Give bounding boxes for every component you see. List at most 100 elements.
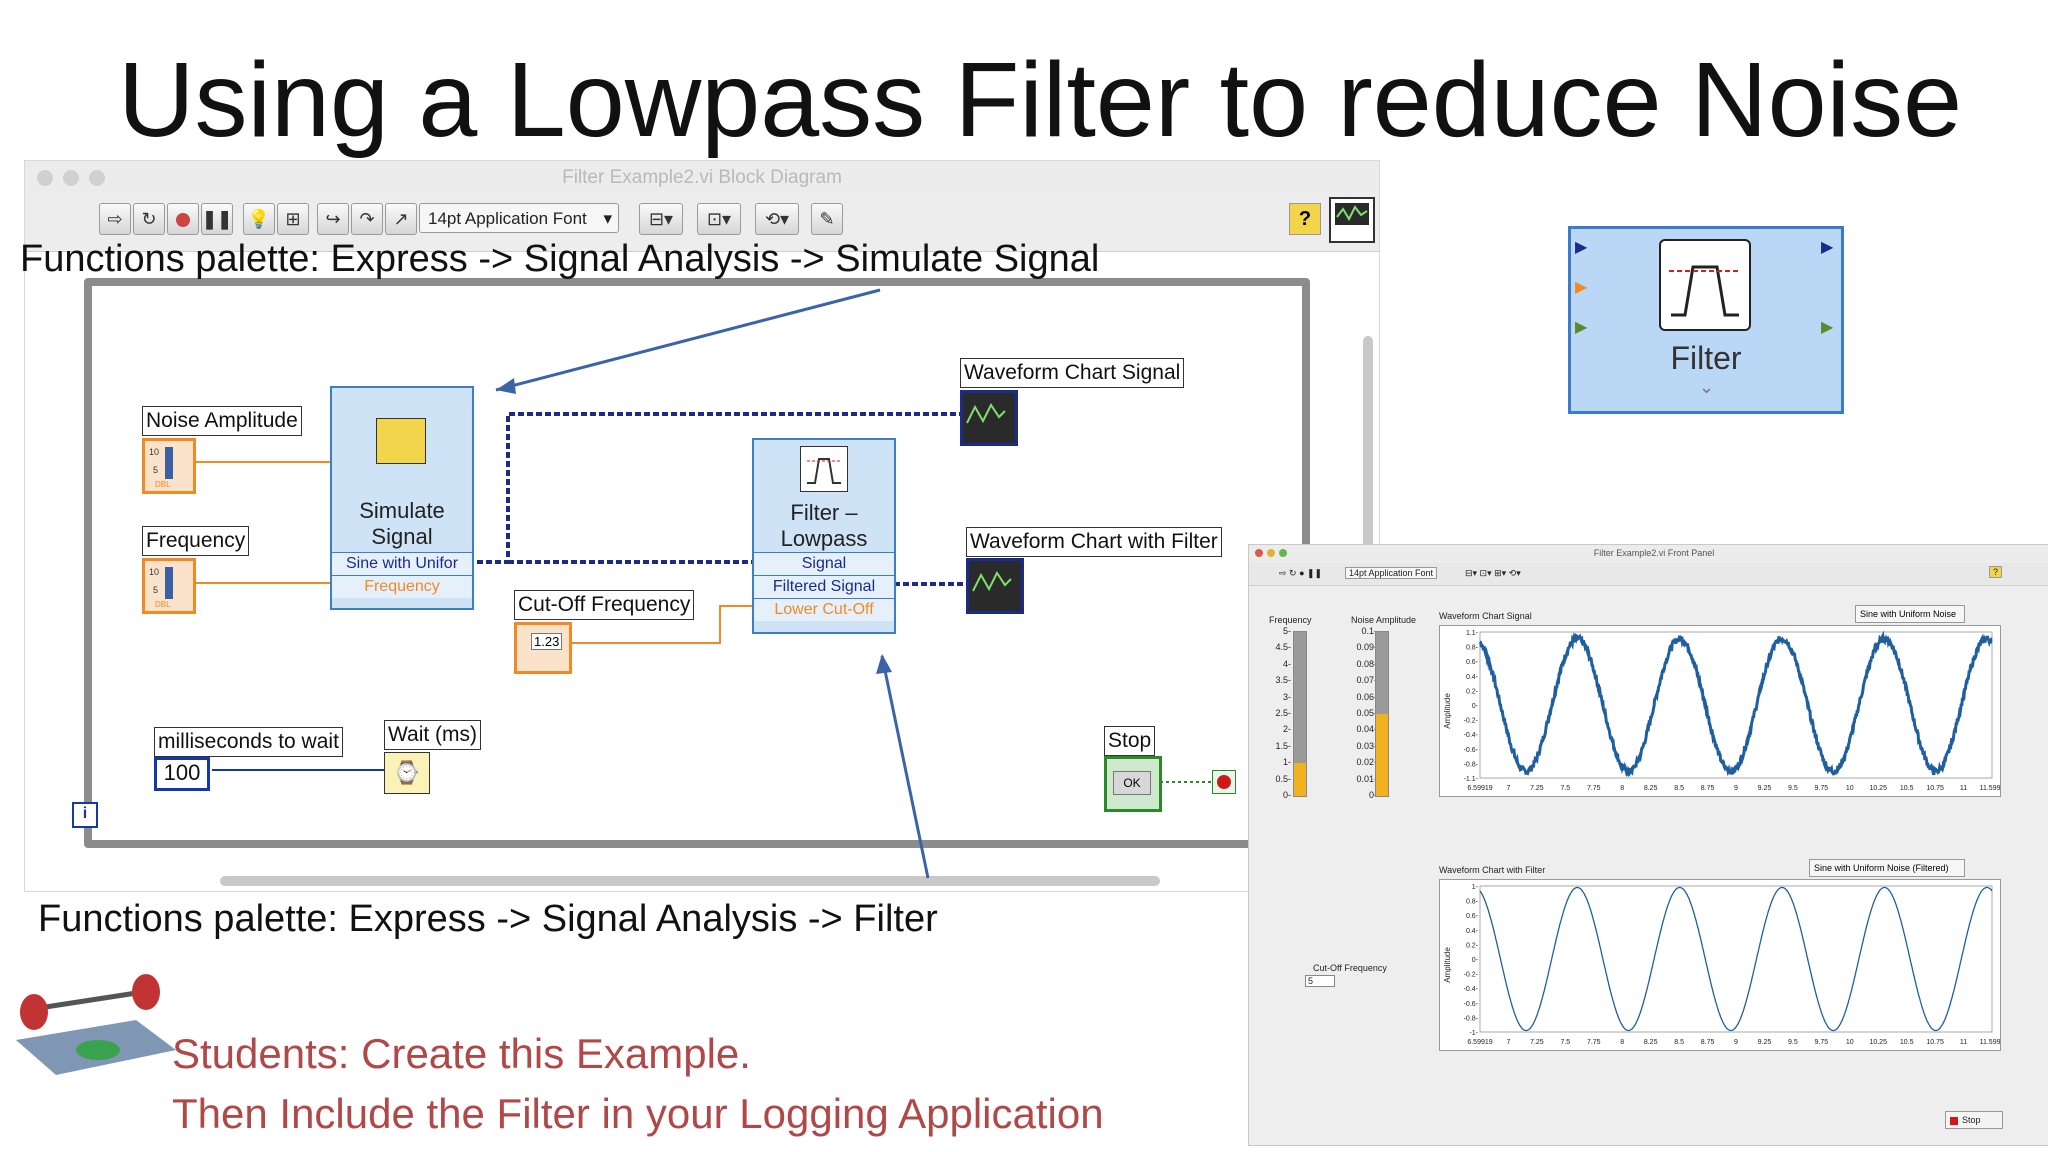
- y-tick-label: -0.4-: [1464, 732, 1479, 739]
- fp-chart2-title: Waveform Chart with Filter: [1439, 865, 1546, 875]
- x-tick-label: 9.25: [1758, 1039, 1772, 1046]
- plot-area: [1479, 885, 1993, 1033]
- x-tick-label: 10.25: [1869, 1039, 1887, 1046]
- cutoff-frequency-label: Cut-Off Frequency: [514, 590, 695, 620]
- x-tick-label: 9.5: [1788, 785, 1798, 792]
- front-panel-toolbar: ⇨ ↻ ● ❚❚ 14pt Application Font ⊟▾ ⊡▾ ⊞▾ …: [1249, 563, 2048, 586]
- x-tick-label: 10: [1846, 1039, 1854, 1046]
- y-tick-label: -0.4-: [1464, 986, 1479, 993]
- y-tick-label: -0.2-: [1464, 972, 1479, 979]
- cutoff-frequency-control[interactable]: 1.23: [514, 622, 572, 674]
- filter-filtered-signal-terminal[interactable]: Filtered Signal: [754, 575, 894, 598]
- svg-text:10: 10: [149, 567, 159, 577]
- fp-font-select[interactable]: 14pt Application Font: [1345, 567, 1438, 579]
- stop-condition-icon: [1217, 775, 1231, 789]
- wait-ms-node[interactable]: ⌚: [384, 752, 430, 794]
- annotation-arrow-top: [495, 288, 881, 392]
- y-tick-label: 0.2-: [1466, 688, 1479, 695]
- slider-tick-label: 0.02-: [1356, 757, 1377, 768]
- x-tick-label: 9: [1734, 785, 1738, 792]
- slider-tick-label: 0.07-: [1356, 675, 1377, 686]
- cutoff-frequency-value: 1.23: [531, 633, 563, 650]
- fp-stop-button[interactable]: Stop: [1945, 1111, 2003, 1129]
- terminal-arrow-icon: ▶: [1821, 239, 1834, 256]
- ms-to-wait-constant[interactable]: 100: [154, 757, 210, 791]
- stop-label: Stop: [1104, 726, 1156, 756]
- slider-tick-label: 0.03-: [1356, 740, 1377, 751]
- students-instructions: Students: Create this Example. Then Incl…: [172, 1024, 1104, 1144]
- filter-icon-graphic: [1659, 239, 1751, 331]
- slider-tick-label: 0.08-: [1356, 658, 1377, 669]
- slider-tick-label: 3.5-: [1275, 675, 1291, 686]
- wait-ms-label: Wait (ms): [384, 720, 482, 750]
- stop-button-terminal[interactable]: OK: [1104, 756, 1162, 812]
- frequency-control[interactable]: 10 5 DBL: [142, 558, 196, 614]
- slider-tick-label: 4-: [1282, 658, 1291, 669]
- waveform-chart-filter-terminal[interactable]: [966, 558, 1024, 614]
- fp-chart2-legend[interactable]: Sine with Uniform Noise (Filtered): [1809, 859, 1965, 877]
- x-tick-label: 7: [1506, 1039, 1510, 1046]
- fp-noise-label: Noise Amplitude: [1351, 615, 1417, 625]
- slider-tick-label: 0.05-: [1356, 708, 1377, 718]
- front-panel-titlebar: Filter Example2.vi Front Panel: [1249, 545, 2048, 564]
- loop-condition-terminal[interactable]: [1212, 770, 1236, 794]
- slider-tick-label: 3-: [1282, 691, 1291, 702]
- filter-lowpass-node[interactable]: Filter – Lowpass Signal Filtered Signal …: [752, 438, 896, 634]
- fp-help-button[interactable]: ?: [1989, 566, 2003, 578]
- x-tick-label: 8.25: [1644, 1039, 1658, 1046]
- fp-frequency-fill: [1294, 763, 1306, 796]
- y-tick-label: 0-: [1472, 957, 1479, 964]
- fp-noise-slider[interactable]: [1375, 631, 1389, 797]
- fp-cutoff-input[interactable]: 5: [1305, 975, 1335, 987]
- simulate-signal-node[interactable]: Simulate Signal Sine with Unifor Frequen…: [330, 386, 474, 610]
- y-tick-label: -0.6-: [1464, 747, 1479, 754]
- x-tick-label: 6.59919: [1467, 1039, 1492, 1046]
- x-tick-label: 7.25: [1530, 1039, 1544, 1046]
- filter-express-icon: ▶ ▶ ▶ ▶ ▶ ⌄: [1568, 226, 1844, 414]
- fp-frequency-slider[interactable]: [1293, 631, 1307, 797]
- slider-tick-label: 5-: [1282, 626, 1291, 636]
- x-tick-label: 9.75: [1815, 1039, 1829, 1046]
- front-panel-title: Filter Example2.vi Front Panel: [1593, 548, 1715, 558]
- fp-layout-controls[interactable]: ⊟▾ ⊡▾ ⊞▾ ⟲▾: [1465, 568, 1521, 579]
- expand-chevron-icon[interactable]: ⌄: [1699, 377, 1714, 398]
- svg-text:10: 10: [149, 447, 159, 457]
- slider-tick-label: 1-: [1282, 757, 1291, 768]
- simulate-signal-output-terminal[interactable]: Sine with Unifor: [332, 552, 472, 575]
- x-tick-label: 10.5: [1900, 1039, 1914, 1046]
- filter-signal-terminal[interactable]: Signal: [754, 552, 894, 575]
- annotation-arrow-bottom: [880, 655, 930, 879]
- fp-chart2-frame[interactable]: 1- 0.8- 0.6- 0.4- 0.2- 0- -0.2- -0.4- -0.6- -0.8-…: [1439, 879, 2004, 1051]
- waveform-chart-filter-label: Waveform Chart with Filter: [966, 527, 1222, 557]
- x-tick-label: 7.25: [1530, 785, 1544, 792]
- terminal-arrow-icon: ▶: [1575, 319, 1588, 336]
- noise-amplitude-label: Noise Amplitude: [142, 406, 302, 436]
- x-tick-label: 8.5: [1674, 1039, 1684, 1046]
- noise-amplitude-control[interactable]: 10 5 DBL: [142, 438, 196, 494]
- front-panel-window: Filter Example2.vi Front Panel ⇨ ↻ ● ❚❚ …: [1248, 544, 2048, 1146]
- y-tick-label: -0.2-: [1464, 718, 1479, 725]
- filter-node-icon: [800, 446, 848, 492]
- fp-run-controls[interactable]: ⇨ ↻ ● ❚❚: [1279, 568, 1322, 579]
- fp-chart2-legend-label: Sine with Uniform Noise (Filtered): [1814, 863, 1949, 873]
- y-tick-label: 0.6-: [1466, 913, 1479, 920]
- simulate-signal-title2: Signal: [371, 524, 433, 549]
- students-line1: Students: Create this Example.: [172, 1030, 751, 1077]
- fp-chart1-title: Waveform Chart Signal: [1439, 611, 1532, 621]
- svg-text:5: 5: [153, 585, 158, 595]
- y-tick-label: 0.6-: [1466, 659, 1479, 666]
- waveform-chart-signal-terminal[interactable]: [960, 390, 1018, 446]
- x-tick-label: 9.5: [1788, 1039, 1798, 1046]
- filter-icon-label: Filter: [1670, 340, 1742, 376]
- annotation-arrowhead-top: [496, 378, 516, 394]
- filter-node-title2: Lowpass: [780, 526, 868, 551]
- y-tick-label: 1.1-: [1466, 630, 1479, 637]
- fp-chart1-frame[interactable]: 1.1- 0.8- 0.6- 0.4- 0.2- 0- -0.2- -0.4- -0.6- -0.…: [1439, 625, 2004, 797]
- simulate-signal-frequency-terminal[interactable]: Frequency: [332, 575, 472, 598]
- x-tick-label: 9: [1734, 1039, 1738, 1046]
- y-tick-label: -1-: [1469, 1030, 1478, 1037]
- terminal-arrow-icon: ▶: [1821, 319, 1834, 336]
- fp-chart1-legend[interactable]: Sine with Uniform Noise: [1855, 605, 1965, 623]
- filter-lower-cutoff-terminal[interactable]: Lower Cut-Off: [754, 598, 894, 621]
- ms-to-wait-label: milliseconds to wait: [154, 727, 343, 757]
